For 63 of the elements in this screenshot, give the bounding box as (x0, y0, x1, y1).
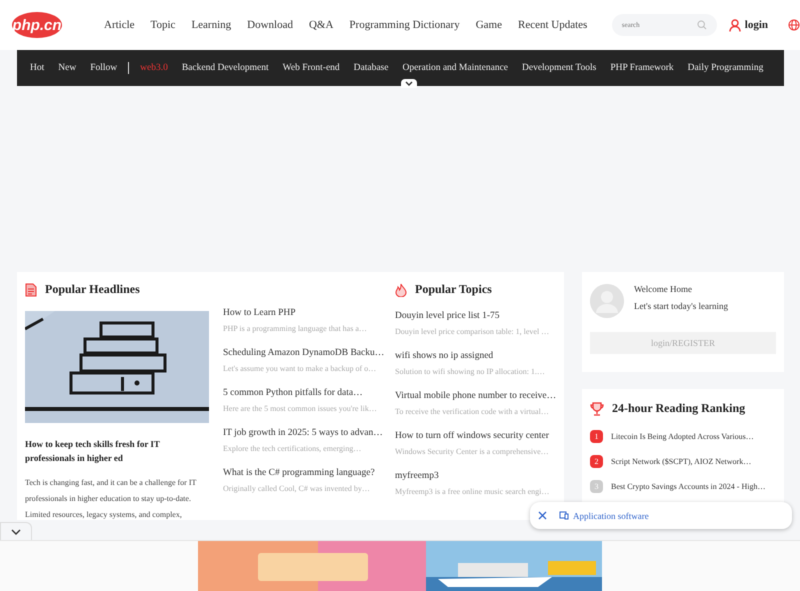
featured-article-summary: Tech is changing fast, and it can be a challenge for IT professionals in higher education to stay up-to-date. Limited resources, legacy systems, and complex, (25, 477, 198, 521)
article-summary: Myfreemp3 is a free online music search engi… (395, 487, 550, 496)
nav-link[interactable]: Database (346, 63, 396, 73)
ranking-title[interactable]: Best Crypto Savings Accounts in 2024 - High… (611, 482, 766, 491)
article-summary: Windows Security Center is a comprehensive… (395, 447, 550, 456)
nav-link[interactable]: Backend Development (174, 63, 276, 73)
topic-title[interactable]: myfreemp3 (395, 471, 555, 481)
trophy-icon (590, 402, 604, 416)
headline-title[interactable]: IT job growth in 2025: 5 ways to advan… (223, 428, 389, 438)
article-summary: Here are the 5 most common issues you're lik… (223, 404, 378, 413)
article-summary: Originally called Cool, C# was invented by… (223, 484, 371, 493)
menu-link[interactable]: Download (239, 19, 301, 31)
ranking-title[interactable]: Litecoin Is Being Adopted Across Various… (611, 432, 754, 441)
menu-link[interactable]: Q&A (300, 19, 342, 31)
article-summary: Explore the tech certifications, emerging… (223, 444, 362, 453)
menu-link[interactable]: Topic (142, 19, 184, 31)
topic-title[interactable]: wifi shows no ip assigned (395, 351, 555, 361)
nav-link[interactable]: Daily Programming (680, 63, 770, 73)
close-icon[interactable] (538, 511, 547, 520)
menu-link[interactable]: Programming Dictionary (341, 19, 468, 31)
app-software-link[interactable]: Application software (559, 510, 649, 520)
nav-link[interactable]: Web Front-end (276, 63, 347, 73)
nav-link[interactable]: New (51, 63, 84, 73)
nav-link[interactable]: Operation and Maintenance (395, 63, 515, 73)
rank-badge: 1 (590, 430, 603, 443)
flame-icon (395, 282, 407, 296)
document-icon (25, 282, 37, 296)
login-link[interactable]: login (728, 18, 768, 32)
article-summary: PHP is a programming language that has a… (223, 324, 368, 333)
headline-title[interactable]: Scheduling Amazon DynamoDB Backu… (223, 348, 389, 358)
menu-link[interactable]: Article (96, 19, 143, 31)
menu-link[interactable]: Game (468, 19, 510, 31)
article-summary: Douyin level price comparison table: 1, level … (395, 327, 550, 336)
article-summary: Let's assume you want to make a backup of o… (223, 364, 378, 373)
nav-link[interactable]: Development Tools (515, 63, 604, 73)
globe-icon[interactable] (788, 19, 800, 31)
site-logo[interactable]: php.cn (12, 12, 62, 38)
menu-link[interactable]: Recent Updates (510, 19, 596, 31)
nav-link[interactable]: Follow (83, 63, 124, 73)
section-title: 24-hour Reading Ranking (612, 401, 746, 416)
section-title: Popular Topics (415, 282, 492, 297)
nav-link[interactable]: web3.0 (133, 63, 175, 73)
topic-title[interactable]: Virtual mobile phone number to receive… (395, 391, 555, 401)
headline-title[interactable]: 5 common Python pitfalls for data… (223, 388, 389, 398)
headline-title[interactable]: What is the C# programming language? (223, 468, 389, 478)
topic-title[interactable]: How to turn off windows security center (395, 431, 555, 441)
welcome-subtitle: Let's start today's learning (634, 301, 728, 311)
headline-title[interactable]: How to Learn PHP (223, 308, 389, 318)
section-title: Popular Headlines (45, 282, 140, 297)
topic-title[interactable]: Douyin level price list 1-75 (395, 311, 555, 321)
article-summary: To receive the verification code with a virtual… (395, 407, 550, 416)
welcome-text: Welcome Home (634, 284, 694, 294)
user-icon (728, 18, 741, 32)
article-summary: Solution to wifi showing no IP allocation: 1.… (395, 367, 546, 376)
collapse-caret-icon[interactable] (0, 522, 32, 541)
featured-article-title[interactable]: How to keep tech skills fresh for IT professionals in higher ed (25, 437, 209, 465)
menu-link[interactable]: Learning (183, 19, 240, 31)
nav-link[interactable]: Hot (23, 63, 52, 73)
ranking-title[interactable]: Script Network ($SCPT), AIOZ Network… (611, 457, 752, 466)
rank-badge: 2 (590, 455, 603, 468)
devices-icon (559, 511, 569, 520)
nav-link[interactable]: PHP Framework (603, 63, 681, 73)
expand-caret-icon[interactable] (401, 79, 417, 88)
